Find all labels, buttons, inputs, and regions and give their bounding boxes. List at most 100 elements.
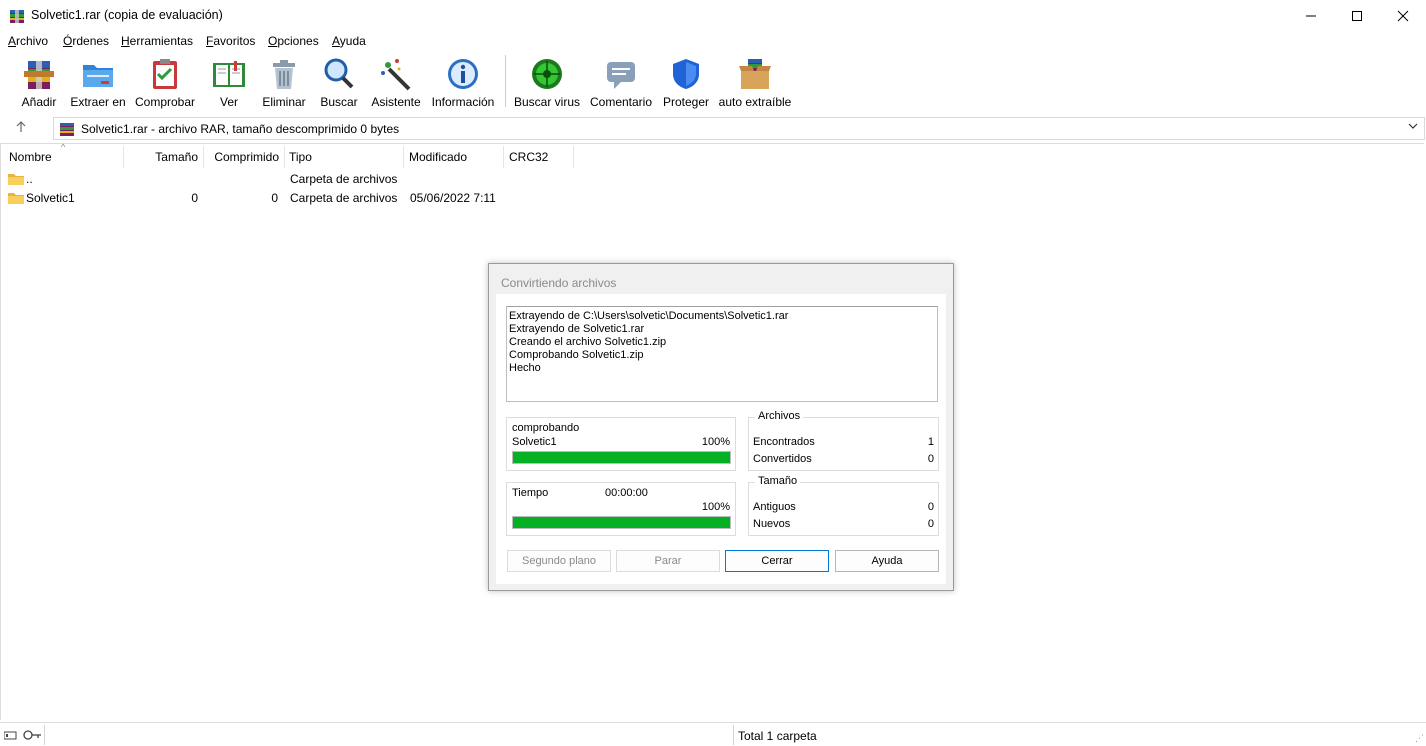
folder-icon xyxy=(8,193,24,204)
toolbar-find-button[interactable]: Buscar xyxy=(318,55,360,111)
toolbar-virus-scan-button[interactable]: Buscar virus xyxy=(514,55,580,111)
close-icon xyxy=(1397,10,1409,21)
log-line: Creando el archivo Solvetic1.zip xyxy=(509,336,667,348)
progress-percent: 100% xyxy=(701,436,730,448)
toolbar-test-button[interactable]: Comprobar xyxy=(134,55,196,111)
column-header-crc32[interactable]: CRC32 xyxy=(503,144,573,170)
cell-name: Solvetic1 xyxy=(26,191,75,205)
progress-fill xyxy=(513,517,730,528)
info-icon xyxy=(448,59,478,89)
cell-name: .. xyxy=(26,172,33,186)
menu-label: yuda xyxy=(339,34,366,48)
new-size-label: Nuevos xyxy=(753,518,791,530)
column-header-label: Comprimido xyxy=(214,150,279,164)
up-folder-button[interactable] xyxy=(15,120,27,136)
view-book-icon xyxy=(213,61,245,87)
menu-mnemonic: A xyxy=(332,34,340,48)
virus-scan-icon xyxy=(532,59,562,89)
toolbar-label: Añadir xyxy=(21,95,57,109)
comment-icon xyxy=(607,62,635,89)
toolbar-delete-button[interactable]: Eliminar xyxy=(260,55,308,111)
toolbar-label: Asistente xyxy=(371,95,421,109)
file-progress-bar xyxy=(512,451,731,464)
table-row[interactable]: Solvetic1 0 0 Carpeta de archivos 05/06/… xyxy=(1,189,601,208)
toolbar-wizard-button[interactable]: Asistente xyxy=(370,55,422,111)
toolbar-sfx-button[interactable]: auto extraíble xyxy=(718,55,792,111)
toolbar-label: Comentario xyxy=(589,95,653,109)
converted-label: Convertidos xyxy=(753,453,812,465)
table-row[interactable]: .. Carpeta de archivos xyxy=(1,170,601,189)
menu-label: avoritos xyxy=(213,34,256,48)
trash-icon xyxy=(273,60,295,89)
magnifier-icon xyxy=(324,58,354,89)
group-legend: Archivos xyxy=(755,410,804,422)
group-legend: Tamaño xyxy=(755,475,801,487)
converting-files-dialog: Convirtiendo archivos Extrayendo de C:\U… xyxy=(488,263,954,591)
cell-size: 0 xyxy=(191,191,198,205)
operation-log[interactable]: Extrayendo de C:\Users\solvetic\Document… xyxy=(506,306,938,402)
column-header-label: CRC32 xyxy=(509,150,549,164)
add-archive-icon xyxy=(24,61,54,89)
minimize-icon xyxy=(1306,15,1316,16)
toolbar: Añadir Extraer en Comprobar Ver Eliminar… xyxy=(0,53,1426,113)
cell-modified: 05/06/2022 7:11 xyxy=(410,191,496,205)
menu-mnemonic: H xyxy=(121,34,130,48)
menu-mnemonic: Ó xyxy=(63,34,73,48)
test-clipboard-icon xyxy=(153,59,177,89)
progress-item: Solvetic1 xyxy=(512,436,557,448)
column-divider[interactable] xyxy=(573,146,574,168)
toolbar-add-button[interactable]: Añadir xyxy=(16,55,62,111)
toolbar-separator xyxy=(505,55,506,107)
resize-grip-icon[interactable]: ⋰ xyxy=(1415,733,1424,744)
menu-herramientas[interactable]: Herramientas xyxy=(121,34,193,48)
menu-archivo[interactable]: Archivo xyxy=(8,34,48,48)
menu-ayuda[interactable]: Ayuda xyxy=(332,34,366,48)
toolbar-extract-button[interactable]: Extraer en xyxy=(70,55,126,111)
toolbar-comment-button[interactable]: Comentario xyxy=(588,55,654,111)
toolbar-info-button[interactable]: Información xyxy=(430,55,496,111)
arrow-up-icon xyxy=(16,121,26,132)
wizard-wand-icon xyxy=(381,59,411,91)
menu-label: pciones xyxy=(277,34,319,48)
background-button[interactable]: Segundo plano xyxy=(507,550,611,572)
address-path-combobox[interactable]: Solvetic1.rar - archivo RAR, tamaño desc… xyxy=(53,117,1425,140)
maximize-icon xyxy=(1352,10,1362,21)
drive-key-icon[interactable] xyxy=(4,729,42,741)
column-header-label: Modificado xyxy=(409,150,468,164)
column-header-modified[interactable]: Modificado xyxy=(403,144,503,170)
menu-ordenes[interactable]: Órdenes xyxy=(63,34,109,48)
toolbar-label: Extraer en xyxy=(70,95,126,109)
maximize-button[interactable] xyxy=(1334,0,1380,31)
toolbar-label: auto extraíble xyxy=(718,95,792,109)
menu-mnemonic: A xyxy=(8,34,17,48)
log-line: Extrayendo de C:\Users\solvetic\Document… xyxy=(509,310,789,322)
log-line: Comprobando Solvetic1.zip xyxy=(509,349,644,361)
file-progress-panel: comprobando Solvetic1 100% xyxy=(506,417,736,471)
status-summary: Total 1 carpeta xyxy=(738,729,817,743)
column-header-type[interactable]: Tipo xyxy=(284,144,403,170)
progress-status: comprobando xyxy=(512,422,580,434)
shield-icon xyxy=(673,59,699,89)
toolbar-view-button[interactable]: Ver xyxy=(206,55,252,111)
toolbar-label: Proteger xyxy=(662,95,710,109)
toolbar-protect-button[interactable]: Proteger xyxy=(662,55,710,111)
help-button[interactable]: Ayuda xyxy=(835,550,939,572)
cell-type: Carpeta de archivos xyxy=(290,172,398,186)
column-header-name[interactable]: ^ Nombre xyxy=(1,142,123,170)
stop-button[interactable]: Parar xyxy=(616,550,720,572)
close-button[interactable]: Cerrar xyxy=(725,550,829,572)
menu-favoritos[interactable]: Favoritos xyxy=(206,34,255,48)
close-window-button[interactable] xyxy=(1380,0,1426,31)
chevron-down-icon[interactable] xyxy=(1408,121,1418,134)
window-title: Solvetic1.rar (copia de evaluación) xyxy=(31,8,223,22)
toolbar-label: Buscar virus xyxy=(513,95,581,109)
minimize-button[interactable] xyxy=(1288,0,1334,31)
column-header-size[interactable]: Tamaño xyxy=(123,144,203,170)
cell-type: Carpeta de archivos xyxy=(290,191,398,205)
old-size-value: 0 xyxy=(927,501,934,513)
menu-bar: Archivo Órdenes Herramientas Favoritos O… xyxy=(0,32,1426,52)
menu-opciones[interactable]: Opciones xyxy=(268,34,319,48)
progress-fill xyxy=(513,452,730,463)
log-line: Hecho xyxy=(509,362,541,374)
column-header-packed[interactable]: Comprimido xyxy=(203,144,284,170)
